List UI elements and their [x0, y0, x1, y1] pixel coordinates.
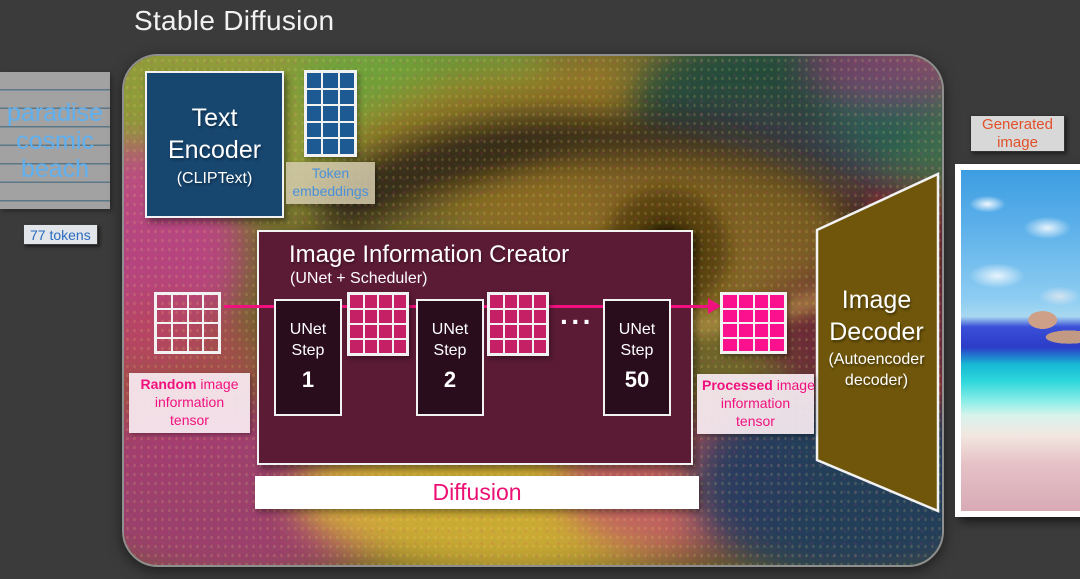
unet-step-2-line2: Step: [433, 342, 467, 360]
token-embeddings-label-line1: Token: [311, 165, 350, 181]
processed-tensor-label: Processed image information tensor: [697, 374, 815, 434]
unet-step-1-box: UNet Step 1: [274, 299, 342, 416]
text-encoder-title-line2: Encoder: [167, 136, 262, 164]
unet-step-1-line2: Step: [291, 342, 325, 360]
random-tensor-label: Random image information tensor: [129, 373, 250, 433]
unet-step-50-line2: Step: [620, 342, 654, 360]
token-count-badge: 77 tokens: [23, 224, 98, 245]
prompt-line-2: cosmic: [16, 126, 94, 155]
page-title: Stable Diffusion: [134, 5, 335, 36]
decoder-title-line1: Image: [841, 286, 912, 314]
processed-tensor-grid: [720, 292, 787, 354]
unet-step-2-line1: UNet: [431, 321, 469, 339]
decoder-title-line2: Decoder: [829, 318, 924, 346]
unet-step-2-box: UNet Step 2: [416, 299, 484, 416]
prompt-line-3: beach: [20, 154, 90, 183]
random-tensor-grid: [154, 292, 221, 354]
stable-diffusion-diagram: Stable Diffusion paradise cosmic beach 7…: [0, 0, 1080, 579]
processed-tensor-label-line2: information tensor: [720, 394, 791, 429]
generated-image-label-line2: image: [997, 133, 1038, 151]
token-embeddings-label-line2: embeddings: [292, 182, 369, 199]
diffusion-banner: Diffusion: [255, 476, 699, 509]
unet-step-50-line1: UNet: [618, 321, 656, 339]
random-tensor-label-line2: information tensor: [154, 393, 225, 428]
random-tensor-label-rest: image: [200, 376, 239, 392]
prompt-line-1: paradise: [7, 98, 103, 127]
token-embeddings-label: Token embeddings: [286, 162, 375, 204]
generated-beach-image: [961, 170, 1080, 511]
unet-step-1-line1: UNet: [289, 321, 327, 339]
creator-title: Image Information Creator: [289, 241, 570, 268]
ellipsis-dots: ···: [560, 306, 594, 337]
unet-step-50-number: 50: [624, 367, 650, 392]
generated-image-label: Generated image: [970, 115, 1065, 152]
text-encoder-box: Text Encoder (CLIPText): [145, 71, 284, 218]
token-embeddings-grid: [304, 70, 357, 157]
decoder-subtitle-line1: (Autoencoder: [828, 351, 925, 368]
prompt-note: paradise cosmic beach: [0, 72, 110, 209]
image-information-creator-box: Image Information Creator (UNet + Schedu…: [257, 230, 693, 465]
text-encoder-title-line1: Text: [191, 103, 238, 132]
unet-step-2-number: 2: [443, 367, 457, 392]
decoder-subtitle-line2: decoder): [844, 372, 909, 390]
main-canvas: Text Encoder (CLIPText) Token embeddings…: [122, 54, 944, 567]
latent-grid-after-step-1: [347, 292, 409, 356]
random-tensor-label-bold: Random: [140, 376, 197, 392]
processed-tensor-label-rest: image: [776, 377, 815, 393]
unet-step-1-number: 1: [301, 367, 315, 392]
image-decoder-label: Image Decoder (Autoencoder decoder): [815, 284, 938, 390]
generated-image-label-line1: Generated: [982, 115, 1053, 133]
processed-tensor-label-bold: Processed: [702, 377, 773, 393]
creator-subtitle: (UNet + Scheduler): [290, 270, 428, 287]
latent-grid-after-step-2: [487, 292, 549, 356]
unet-step-50-box: UNet Step 50: [603, 299, 671, 416]
text-encoder-subtitle: (CLIPText): [176, 169, 253, 187]
generated-image-frame: [955, 164, 1080, 517]
